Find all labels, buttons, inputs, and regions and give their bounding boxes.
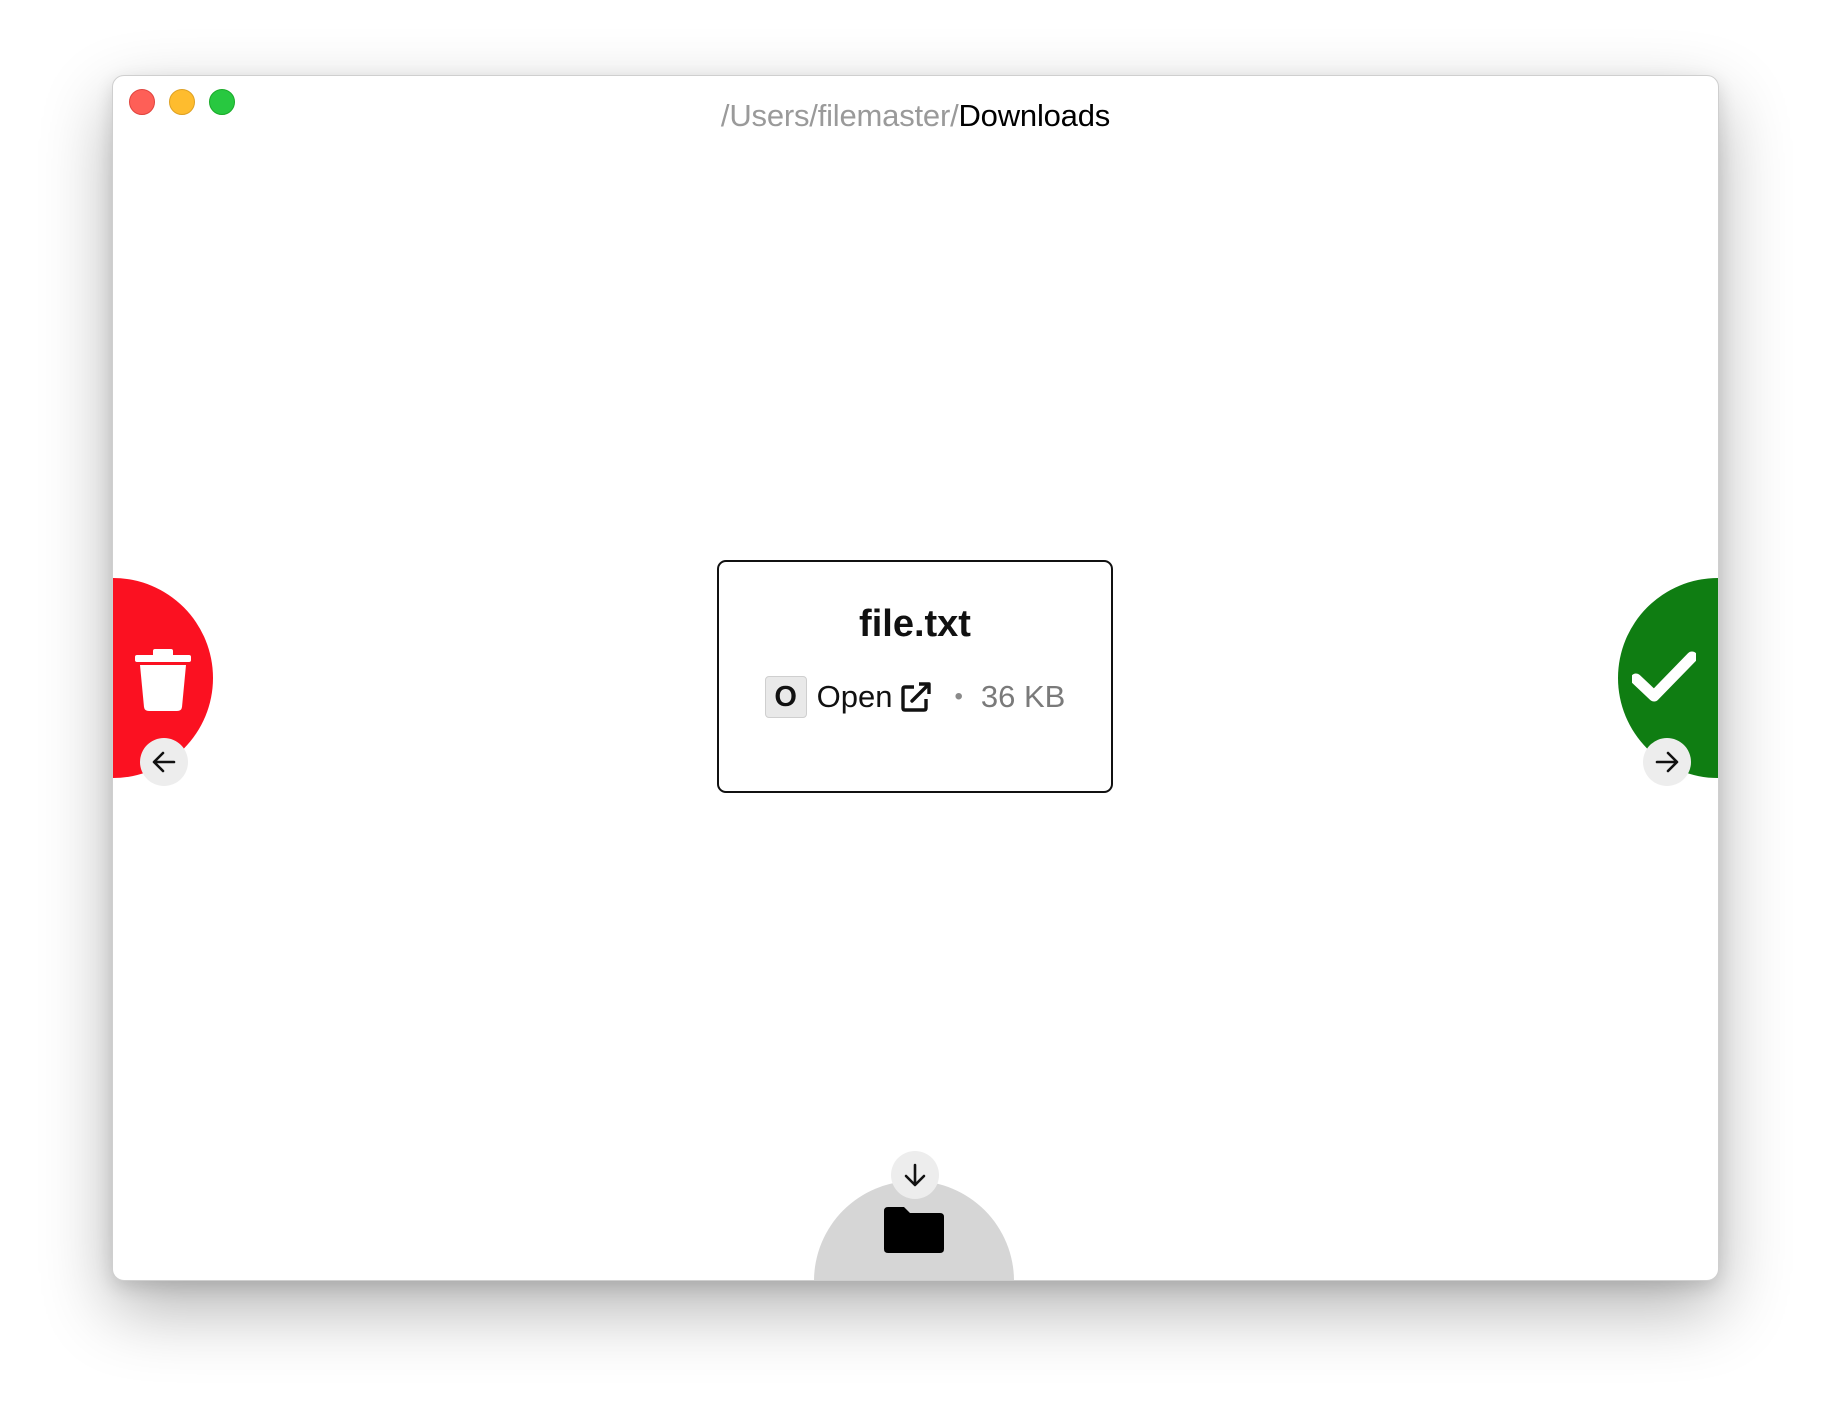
trash-icon bbox=[135, 649, 191, 711]
arrow-left-icon bbox=[152, 751, 176, 773]
check-icon bbox=[1632, 651, 1696, 702]
file-name: file.txt bbox=[859, 603, 971, 645]
external-link-icon bbox=[901, 682, 932, 712]
file-meta-row: O Open • 36 KB bbox=[719, 675, 1111, 719]
meta-separator: • bbox=[954, 683, 963, 710]
window-title: /Users/filemaster/Downloads bbox=[113, 98, 1718, 134]
arrow-right-icon bbox=[1655, 751, 1679, 773]
desktop: /Users/filemaster/Downloads file.txt O O… bbox=[0, 0, 1824, 1424]
folder-icon bbox=[884, 1207, 944, 1253]
app-window: /Users/filemaster/Downloads file.txt O O… bbox=[112, 75, 1719, 1281]
open-shortcut-key: O bbox=[764, 676, 807, 718]
arrow-down-icon bbox=[904, 1163, 926, 1187]
title-path-prefix: /Users/filemaster/ bbox=[720, 98, 959, 133]
file-size: 36 KB bbox=[980, 679, 1066, 714]
open-label: Open bbox=[816, 679, 893, 714]
move-right-button[interactable] bbox=[1643, 738, 1691, 786]
file-card: file.txt O Open • 36 KB bbox=[717, 560, 1113, 793]
move-left-button[interactable] bbox=[140, 738, 188, 786]
move-down-button[interactable] bbox=[891, 1151, 939, 1199]
open-file-button[interactable]: Open bbox=[817, 679, 933, 715]
title-current-folder: Downloads bbox=[958, 98, 1111, 133]
